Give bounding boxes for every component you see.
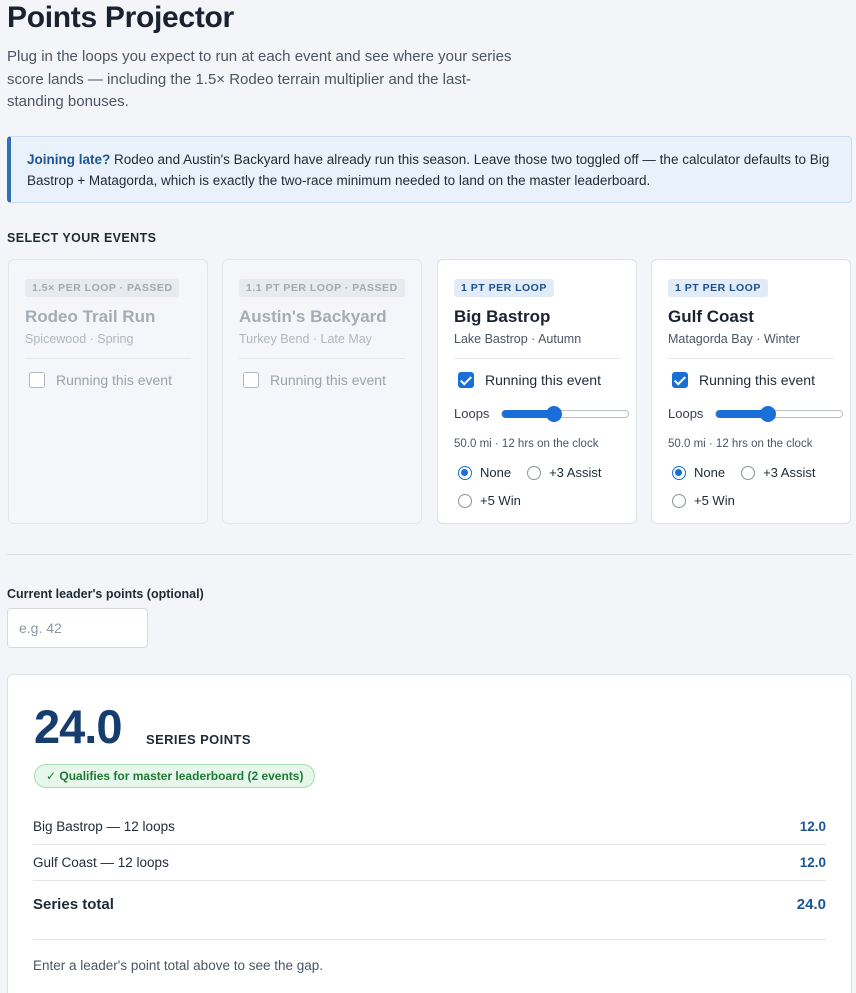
breakdown-value: 12.0 [799, 819, 826, 834]
run-event-label: Running this event [56, 372, 172, 388]
event-location: Lake Bastrop · Autumn [454, 332, 582, 346]
event-badge: 1.1 PT PER LOOP · PASSED [239, 279, 405, 297]
event-location: Spicewood · Spring [25, 332, 134, 346]
event-name: Austin's Backyard [239, 307, 387, 326]
bonus-option-none[interactable]: None [672, 465, 725, 480]
event-badge: 1 PT PER LOOP [454, 279, 554, 297]
run-event-checkbox[interactable] [243, 372, 259, 388]
qualify-badge: ✓ Qualifies for master leaderboard (2 ev… [34, 764, 316, 788]
run-event-label: Running this event [270, 372, 386, 388]
leader-points-label: Current leader's points (optional) [7, 587, 204, 601]
series-total-label: Series total [33, 896, 114, 913]
series-total-value: 24.0 [796, 896, 826, 913]
run-event-label: Running this event [699, 372, 815, 388]
loops-slider[interactable] [715, 405, 844, 422]
series-points-total: 24.0 [34, 700, 122, 753]
breakdown-row: Big Bastrop — 12 loops 12.0 [33, 809, 826, 845]
run-event-toggle[interactable]: Running this event [243, 372, 386, 388]
breakdown-label: Gulf Coast — 12 loops [33, 855, 169, 870]
breakdown-row: Gulf Coast — 12 loops 12.0 [33, 845, 826, 881]
breakdown-value: 12.0 [799, 855, 826, 870]
radio-button[interactable] [672, 493, 686, 508]
run-event-toggle[interactable]: Running this event [672, 372, 815, 388]
bonus-option-label: None [694, 465, 726, 480]
event-location: Turkey Bend · Late May [239, 332, 372, 346]
radio-button[interactable] [741, 465, 756, 480]
event-location: Matagorda Bay · Winter [668, 332, 800, 346]
event-name: Big Bastrop [454, 307, 551, 326]
run-event-checkbox[interactable] [29, 372, 45, 388]
event-badge: 1 PT PER LOOP [668, 279, 768, 297]
loops-control: Loops [668, 405, 844, 422]
bonus-option-label: +3 Assist [763, 465, 816, 480]
radio-button[interactable] [527, 465, 542, 480]
bonus-option-label: +5 Win [480, 493, 521, 508]
bonus-option-label: None [480, 465, 512, 480]
bonus-option-none[interactable]: None [458, 465, 511, 480]
series-total-row: Series total 24.0 [33, 881, 826, 928]
breakdown-list: Big Bastrop — 12 loops 12.0 Gulf Coast —… [33, 809, 826, 928]
loops-slider[interactable] [501, 405, 630, 422]
event-card-rodeo: 1.5× PER LOOP · PASSED Rodeo Trail Run S… [8, 259, 208, 524]
bonus-option-win[interactable]: +5 Win [672, 493, 735, 508]
event-card-big-bastrop: 1 PT PER LOOP Big Bastrop Lake Bastrop ·… [437, 259, 637, 524]
card-divider [239, 358, 405, 359]
run-event-label: Running this event [485, 372, 601, 388]
loops-label: Loops [668, 406, 704, 421]
late-join-notice: Joining late? Rodeo and Austin's Backyar… [7, 136, 852, 203]
event-card-austins-backyard: 1.1 PT PER LOOP · PASSED Austin's Backya… [222, 259, 422, 524]
loops-slider-thumb[interactable] [546, 405, 563, 422]
run-event-toggle[interactable]: Running this event [29, 372, 172, 388]
run-event-checkbox[interactable] [672, 372, 688, 388]
run-event-checkbox[interactable] [458, 372, 474, 388]
bonus-option-assist[interactable]: +3 Assist [741, 465, 815, 480]
radio-button[interactable] [458, 493, 472, 508]
loops-label: Loops [454, 406, 490, 421]
event-name: Gulf Coast [668, 307, 754, 326]
run-event-toggle[interactable]: Running this event [458, 372, 601, 388]
radio-button[interactable] [672, 465, 686, 480]
bonus-radio-group: None +3 Assist +5 Win [672, 465, 815, 521]
bonus-option-assist[interactable]: +3 Assist [527, 465, 601, 480]
event-badge: 1.5× PER LOOP · PASSED [25, 279, 180, 297]
event-distance-meta: 50.0 mi · 12 hrs on the clock [668, 438, 813, 450]
leader-points-input[interactable] [7, 608, 148, 648]
bonus-option-label: +3 Assist [549, 465, 602, 480]
events-section-label: SELECT YOUR EVENTS [7, 231, 157, 245]
loops-slider-thumb[interactable] [760, 405, 777, 422]
event-distance-meta: 50.0 mi · 12 hrs on the clock [454, 438, 599, 450]
notice-lead: Joining late? [27, 152, 111, 167]
card-divider [25, 358, 191, 359]
radio-button[interactable] [458, 465, 472, 480]
page-title: Points Projector [7, 1, 234, 34]
results-panel: 24.0 SERIES POINTS ✓ Qualifies for maste… [7, 674, 852, 993]
event-name: Rodeo Trail Run [25, 307, 156, 326]
bonus-option-label: +5 Win [694, 493, 735, 508]
results-divider [33, 939, 826, 940]
card-divider [454, 358, 620, 359]
breakdown-label: Big Bastrop — 12 loops [33, 819, 175, 834]
bonus-option-win[interactable]: +5 Win [458, 493, 521, 508]
bonus-radio-group: None +3 Assist +5 Win [458, 465, 601, 521]
gap-note: Enter a leader's point total above to se… [33, 958, 324, 973]
notice-text: Rodeo and Austin's Backyard have already… [27, 152, 830, 188]
event-card-gulf-coast: 1 PT PER LOOP Gulf Coast Matagorda Bay ·… [651, 259, 851, 524]
page-intro: Plug in the loops you expect to run at e… [7, 48, 512, 110]
card-divider [668, 358, 834, 359]
series-points-label: SERIES POINTS [146, 732, 251, 747]
section-divider [7, 554, 852, 555]
loops-control: Loops [454, 405, 630, 422]
